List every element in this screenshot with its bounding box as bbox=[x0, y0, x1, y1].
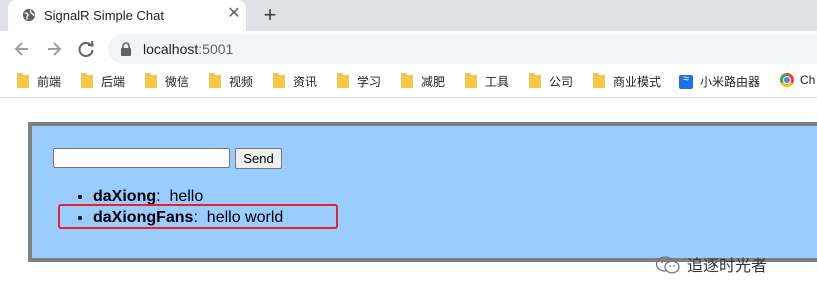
bookmark-item[interactable]: 资讯 bbox=[273, 73, 317, 91]
message-input[interactable] bbox=[53, 148, 230, 168]
bookmark-item[interactable]: 商业模式 bbox=[593, 73, 661, 91]
bookmark-item[interactable]: 公司 bbox=[529, 73, 573, 91]
bookmark-item[interactable]: 微信 bbox=[145, 73, 189, 91]
folder-icon bbox=[145, 73, 157, 88]
folder-icon bbox=[209, 73, 221, 88]
message-separator: : bbox=[156, 188, 161, 205]
bookmarks-bar: 前端 后端 微信 视频 资讯 学习 减肥 工具 公司 商业模式 小米路由器 Ch bbox=[0, 67, 817, 98]
bookmark-label: 工具 bbox=[485, 75, 510, 89]
folder-icon bbox=[529, 73, 541, 88]
bookmark-label: 小米路由器 bbox=[700, 75, 761, 89]
address-bar[interactable]: localhost:5001 bbox=[108, 34, 817, 64]
bookmark-label: 后端 bbox=[101, 75, 126, 89]
message-text: hello bbox=[169, 188, 204, 205]
message-user: daXiong bbox=[93, 188, 157, 205]
folder-icon bbox=[337, 73, 349, 88]
folder-icon bbox=[465, 73, 477, 88]
bookmark-label: 学习 bbox=[357, 75, 382, 89]
reload-icon[interactable] bbox=[76, 39, 96, 59]
back-icon[interactable] bbox=[12, 39, 32, 59]
url-host: localhost bbox=[143, 41, 199, 57]
chat-panel: Send daXiong: hello daXiongFans: hello w… bbox=[28, 122, 817, 262]
bookmark-item[interactable]: 前端 bbox=[17, 73, 61, 91]
watermark: 追逐时光者 bbox=[655, 252, 768, 275]
url-text: localhost:5001 bbox=[143, 41, 233, 57]
wifi-icon bbox=[679, 73, 693, 89]
folder-icon bbox=[17, 73, 29, 88]
bookmark-label: 前端 bbox=[37, 75, 62, 89]
globe-icon bbox=[22, 8, 36, 22]
bookmark-label: 商业模式 bbox=[613, 75, 662, 89]
bookmark-label: Ch bbox=[800, 73, 816, 87]
bookmark-item[interactable]: 后端 bbox=[81, 73, 125, 91]
browser-toolbar: localhost:5001 bbox=[0, 31, 817, 67]
browser-tab[interactable]: SignalR Simple Chat ✕ bbox=[8, 0, 246, 31]
watermark-text: 追逐时光者 bbox=[687, 258, 768, 275]
tab-title: SignalR Simple Chat bbox=[44, 8, 164, 23]
folder-icon bbox=[593, 73, 605, 88]
bookmark-item[interactable]: 小米路由器 bbox=[679, 73, 760, 91]
bookmark-label: 公司 bbox=[549, 75, 574, 89]
bookmark-label: 微信 bbox=[165, 75, 190, 89]
url-port: :5001 bbox=[198, 41, 234, 57]
bookmark-label: 减肥 bbox=[421, 75, 446, 89]
highlight-box bbox=[58, 204, 338, 229]
bookmark-item[interactable]: Ch bbox=[780, 73, 815, 91]
tab-strip: SignalR Simple Chat ✕ + bbox=[0, 0, 817, 31]
folder-icon bbox=[401, 73, 413, 88]
bookmark-item[interactable]: 学习 bbox=[337, 73, 381, 91]
wechat-icon bbox=[655, 256, 680, 274]
lock-icon[interactable] bbox=[120, 42, 132, 56]
new-tab-button[interactable]: + bbox=[259, 3, 281, 27]
close-icon[interactable]: ✕ bbox=[226, 5, 242, 23]
folder-icon bbox=[81, 73, 93, 88]
folder-icon bbox=[273, 73, 285, 88]
chrome-icon bbox=[780, 73, 794, 87]
forward-icon[interactable] bbox=[44, 39, 64, 59]
bookmark-label: 资讯 bbox=[293, 75, 318, 89]
bookmark-item[interactable]: 减肥 bbox=[401, 73, 445, 91]
bookmark-item[interactable]: 视频 bbox=[209, 73, 253, 91]
send-button[interactable]: Send bbox=[235, 148, 282, 169]
bookmark-label: 视频 bbox=[229, 75, 254, 89]
bookmark-item[interactable]: 工具 bbox=[465, 73, 509, 91]
